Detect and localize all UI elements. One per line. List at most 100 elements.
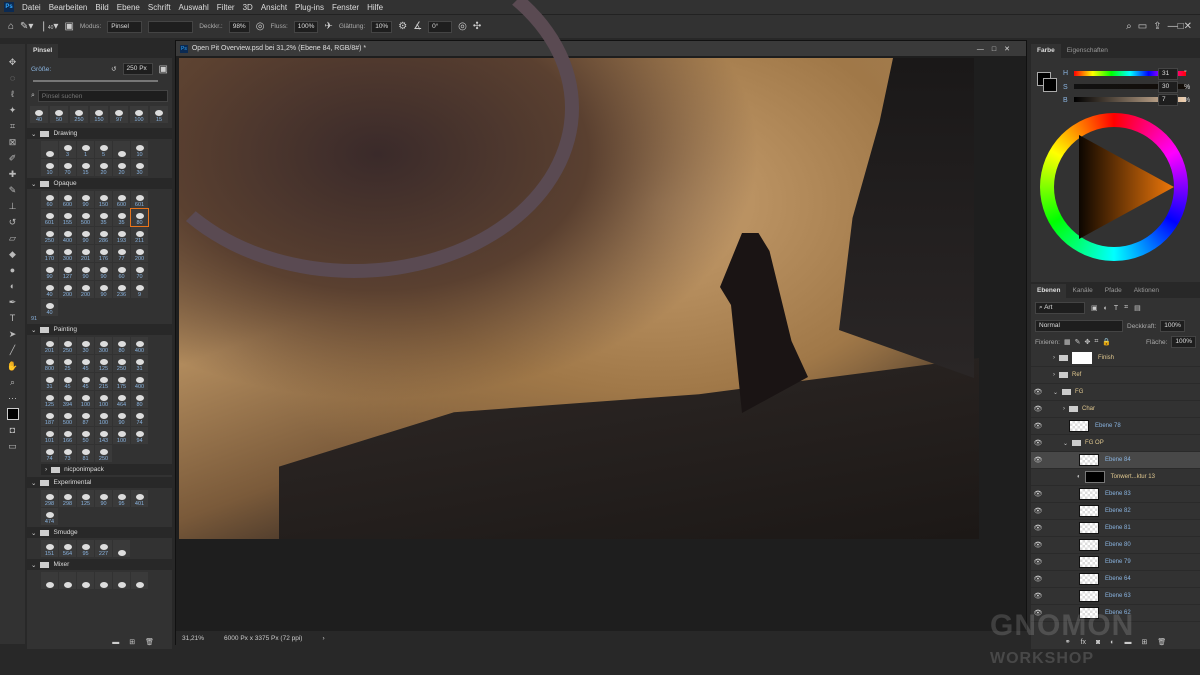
trash-icon[interactable]: 🗑 (145, 638, 154, 646)
color-triangle[interactable] (1079, 135, 1174, 239)
brush-preset[interactable] (113, 540, 130, 557)
brush-preset[interactable]: 464 (113, 391, 130, 408)
brush-preset[interactable]: 227 (95, 540, 112, 557)
brush-preset[interactable]: 215 (95, 373, 112, 390)
layer-fill-input[interactable]: 100% (1171, 336, 1196, 348)
brush-preset[interactable]: 100 (113, 427, 130, 444)
layer-row[interactable]: › Ref (1031, 367, 1200, 384)
paint-bucket-icon[interactable]: ◆ (7, 248, 19, 260)
filter-adjustment-icon[interactable]: ◐ (1104, 305, 1108, 312)
eraser-tool-icon[interactable]: ▱ (7, 232, 19, 244)
line-tool-icon[interactable]: ╱ (7, 344, 19, 356)
brush-preset[interactable]: 127 (59, 263, 76, 280)
visibility-eye-icon[interactable]: 👁 (1031, 524, 1045, 532)
brush-preset[interactable]: 155 (59, 209, 76, 226)
brush-preset[interactable]: 40 (30, 106, 48, 123)
brush-preset[interactable]: 74 (41, 445, 58, 462)
brush-preset[interactable] (95, 572, 112, 589)
brush-preset[interactable]: 150 (95, 191, 112, 208)
brush-preset[interactable]: 80 (131, 391, 148, 408)
layer-row[interactable]: 👁 Ebene 63 (1031, 588, 1200, 605)
layer-row[interactable]: 👁 Ebene 78 (1031, 418, 1200, 435)
quick-mask-icon[interactable]: ◘ (7, 424, 19, 436)
blur-tool-icon[interactable]: ● (7, 264, 19, 276)
tab-color[interactable]: Farbe (1031, 44, 1061, 58)
lasso-tool-icon[interactable]: ℓ (7, 88, 19, 100)
brush-preset[interactable]: 5 (95, 141, 112, 158)
brush-preset[interactable]: 166 (59, 427, 76, 444)
brush-group-header[interactable]: ⌄ Mixer (27, 559, 172, 570)
crop-tool-icon[interactable]: ⌗ (7, 120, 19, 132)
type-tool-icon[interactable]: T (7, 312, 19, 324)
brush-preset[interactable]: 250 (41, 227, 58, 244)
brush-preset[interactable]: 125 (41, 391, 58, 408)
brush-preset[interactable]: 90 (77, 227, 94, 244)
brush-preset[interactable]: 100 (95, 391, 112, 408)
brush-preset[interactable]: 90 (77, 191, 94, 208)
stamp-tool-icon[interactable]: ⊥ (7, 200, 19, 212)
window-controls[interactable]: —□✕ (1168, 21, 1192, 32)
frame-tool-icon[interactable]: ⊠ (7, 136, 19, 148)
brush-preset[interactable]: 101 (41, 427, 58, 444)
pen-tool-icon[interactable]: ✒ (7, 296, 19, 308)
eyedropper-tool-icon[interactable]: ✐ (7, 152, 19, 164)
brush-preset[interactable]: 125 (77, 490, 94, 507)
brush-preset[interactable] (131, 572, 148, 589)
brush-preset[interactable] (77, 572, 94, 589)
visibility-eye-icon[interactable]: 👁 (1031, 405, 1045, 413)
brush-preset[interactable]: 94 (131, 427, 148, 444)
brush-size-label[interactable]: 91 (27, 316, 172, 322)
brush-preset[interactable]: 70 (131, 263, 148, 280)
visibility-eye-icon[interactable]: 👁 (1031, 592, 1045, 600)
brush-preset[interactable]: 298 (41, 490, 58, 507)
brush-preset[interactable]: 20 (113, 159, 130, 176)
blend-mode-select[interactable]: Normal (1035, 320, 1123, 332)
visibility-eye-icon[interactable]: 👁 (1031, 456, 1045, 464)
brush-preset[interactable]: 40 (41, 299, 58, 316)
brush-preset[interactable]: 60 (113, 263, 130, 280)
brush-preset[interactable]: 211 (131, 227, 148, 244)
new-group-icon[interactable]: ▬ (112, 639, 119, 646)
brush-preset[interactable]: 601 (131, 191, 148, 208)
brush-preset[interactable]: 201 (41, 337, 58, 354)
brush-preset[interactable]: 80 (130, 208, 149, 227)
brush-preset[interactable]: 300 (95, 337, 112, 354)
brush-preset[interactable]: 50 (50, 106, 68, 123)
tab-paths[interactable]: Pfade (1099, 284, 1128, 298)
menu-bild[interactable]: Bild (95, 3, 108, 12)
brush-preset[interactable]: 394 (59, 391, 76, 408)
brush-preset[interactable]: 73 (59, 445, 76, 462)
brush-preset[interactable]: 1 (77, 141, 94, 158)
brush-group-header[interactable]: ⌄ Smudge (27, 527, 172, 538)
marquee-tool-icon[interactable]: ◌ (7, 72, 19, 84)
brush-preset[interactable]: 400 (131, 373, 148, 390)
brush-preset[interactable]: 250 (95, 445, 112, 462)
brush-preset[interactable]: 800 (41, 355, 58, 372)
brush-preset[interactable]: 250 (70, 106, 88, 123)
brush-preset[interactable]: 200 (77, 281, 94, 298)
layer-row[interactable]: 👁 Ebene 82 (1031, 503, 1200, 520)
brush-preset[interactable]: 286 (95, 227, 112, 244)
brush-settings-icon[interactable]: ▣ (64, 21, 73, 32)
home-icon[interactable]: ⌂ (8, 21, 14, 32)
brush-preset[interactable]: 600 (113, 191, 130, 208)
brush-preset[interactable]: 70 (59, 159, 76, 176)
brush-preset[interactable]: 236 (113, 281, 130, 298)
brush-preset[interactable]: 35 (95, 209, 112, 226)
visibility-eye-icon[interactable]: 👁 (1031, 490, 1045, 498)
magic-wand-tool-icon[interactable]: ✦ (7, 104, 19, 116)
visibility-eye-icon[interactable]: 👁 (1031, 575, 1045, 583)
brush-preset[interactable]: 300 (59, 245, 76, 262)
share-icon[interactable]: ⇪ (1153, 21, 1161, 32)
new-layer-icon[interactable]: ⊞ (1142, 638, 1148, 646)
visibility-eye-icon[interactable]: 👁 (1031, 558, 1045, 566)
filter-type-icon[interactable]: T (1114, 305, 1118, 312)
brush-preset[interactable]: 125 (95, 355, 112, 372)
visibility-eye-icon[interactable]: 👁 (1031, 388, 1045, 396)
brush-preset[interactable]: 80 (113, 337, 130, 354)
brush-preset-picker[interactable]: ❘40▾ (39, 21, 58, 32)
layer-row[interactable]: ◐ Tonwert...ktur 13 (1031, 469, 1200, 486)
tab-channels[interactable]: Kanäle (1066, 284, 1098, 298)
brush-preset[interactable]: 50 (77, 427, 94, 444)
visibility-eye-icon[interactable]: 👁 (1031, 439, 1045, 447)
